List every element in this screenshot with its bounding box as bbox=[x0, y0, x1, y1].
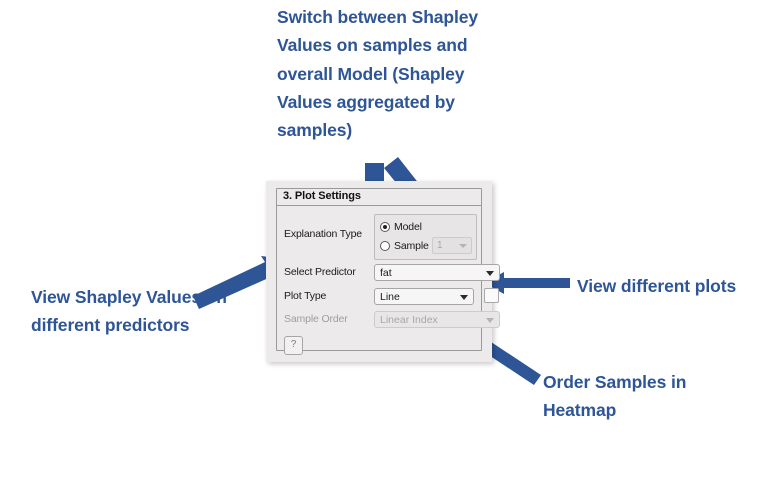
panel-body: Explanation Type Model Sample 1 Select P… bbox=[277, 206, 500, 355]
panel-inner-frame: 3. Plot Settings Explanation Type Model … bbox=[276, 188, 500, 355]
plot-type-label: Plot Type bbox=[284, 290, 327, 302]
plot-type-value: Line bbox=[380, 291, 400, 303]
callout-view-different-plots: View different plots bbox=[577, 276, 737, 296]
radio-option-sample[interactable]: Sample bbox=[380, 238, 429, 254]
radio-option-model[interactable]: Model bbox=[380, 219, 422, 235]
radio-model-label: Model bbox=[394, 221, 422, 233]
plot-type-dropdown[interactable]: Line bbox=[374, 288, 474, 305]
callout-switch-explanation-type: Switch between Shapley Values on samples… bbox=[277, 7, 479, 141]
sample-order-value: Linear Index bbox=[380, 314, 438, 326]
help-button-label: ? bbox=[290, 339, 297, 350]
chevron-down-icon bbox=[486, 271, 494, 276]
help-button[interactable]: ? bbox=[284, 336, 303, 355]
panel-title-bar: 3. Plot Settings bbox=[277, 189, 481, 206]
select-predictor-value: fat bbox=[380, 267, 392, 279]
explanation-type-label: Explanation Type bbox=[284, 228, 362, 240]
chevron-down-icon bbox=[459, 244, 467, 248]
chevron-down-icon bbox=[460, 295, 468, 300]
panel-title: 3. Plot Settings bbox=[283, 190, 361, 202]
sample-order-dropdown[interactable]: Linear Index bbox=[374, 311, 500, 328]
select-predictor-label: Select Predictor bbox=[284, 266, 356, 278]
heatmap-order-checkbox[interactable] bbox=[484, 288, 499, 303]
radio-sample-label: Sample bbox=[394, 240, 429, 252]
callout-view-predictors: View Shapley Values on different predict… bbox=[31, 287, 227, 336]
radio-model-icon[interactable] bbox=[380, 222, 390, 232]
sample-index-value: 1 bbox=[437, 240, 443, 251]
chevron-down-icon bbox=[486, 318, 494, 323]
plot-settings-panel: 3. Plot Settings Explanation Type Model … bbox=[266, 181, 500, 362]
sample-order-label: Sample Order bbox=[284, 313, 348, 325]
callout-order-samples-heatmap: Order Samples in Heatmap bbox=[543, 372, 687, 421]
explanation-type-group: Model Sample 1 bbox=[374, 214, 477, 260]
sample-index-dropdown[interactable]: 1 bbox=[432, 237, 472, 254]
radio-sample-icon[interactable] bbox=[380, 241, 390, 251]
select-predictor-dropdown[interactable]: fat bbox=[374, 264, 500, 281]
